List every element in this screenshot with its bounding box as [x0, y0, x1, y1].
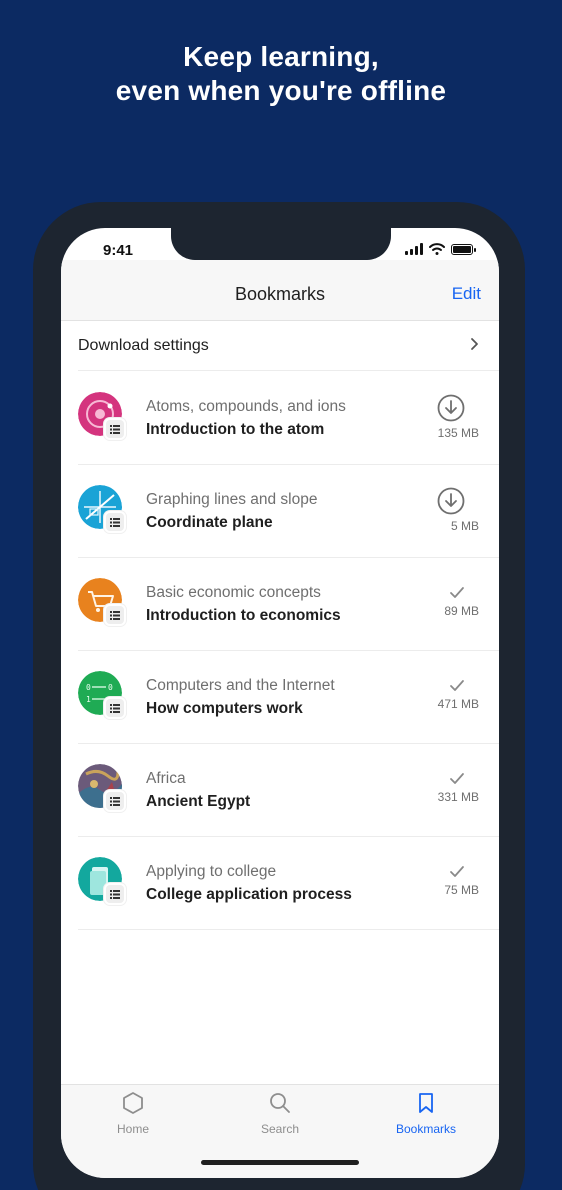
svg-text:1: 1	[86, 695, 91, 704]
list-icon	[104, 418, 126, 440]
course-title: How computers work	[146, 700, 303, 717]
download-size: 135 MB	[437, 426, 479, 440]
course-subtitle: Africa	[146, 770, 186, 787]
tab-home-label: Home	[116, 1122, 149, 1136]
headline: Keep learning, even when you're offline	[0, 40, 562, 108]
signal-icon	[405, 243, 423, 255]
course-title: Coordinate plane	[146, 514, 273, 531]
notch	[171, 228, 391, 260]
check-icon	[450, 587, 464, 598]
wifi-icon	[429, 243, 445, 255]
page-title: Bookmarks	[234, 284, 326, 304]
search-icon	[270, 1093, 290, 1113]
download-size: 5 MB	[450, 519, 479, 533]
hexagon-icon	[123, 1092, 143, 1114]
bookmark-item[interactable]: 0 0 1 Computers and the Internet How com…	[78, 651, 499, 744]
course-subtitle: Atoms, compounds, and ions	[146, 398, 346, 415]
course-title: Ancient Egypt	[146, 793, 251, 810]
course-title: Introduction to the atom	[146, 421, 325, 438]
bookmark-item[interactable]: Basic economic concepts Introduction to …	[78, 558, 499, 651]
download-size: 471 MB	[437, 697, 479, 711]
tab-bookmarks[interactable]: Bookmarks	[376, 1091, 476, 1136]
status-icons	[405, 243, 476, 255]
download-settings-row[interactable]: Download settings	[78, 321, 499, 371]
chevron-right-icon	[471, 338, 478, 350]
download-icon[interactable]	[437, 487, 465, 515]
list-icon	[104, 697, 126, 719]
course-subtitle: Graphing lines and slope	[146, 491, 318, 508]
download-size: 75 MB	[444, 883, 479, 897]
svg-text:0: 0	[86, 683, 91, 692]
bookmark-item[interactable]: Applying to college College application …	[78, 837, 499, 930]
course-title: College application process	[146, 886, 352, 903]
battery-icon	[451, 243, 476, 255]
headline-line-1: Keep learning,	[183, 41, 379, 72]
status-time: 9:41	[103, 242, 134, 259]
tab-search-label: Search	[260, 1122, 300, 1136]
list-icon	[104, 883, 126, 905]
edit-button[interactable]: Edit	[452, 284, 481, 304]
nav-bar: Bookmarks Edit	[61, 260, 499, 321]
tab-search[interactable]: Search	[230, 1091, 330, 1136]
home-indicator[interactable]	[201, 1160, 359, 1165]
course-title: Introduction to economics	[146, 607, 341, 624]
download-settings-label: Download settings	[78, 336, 209, 354]
bookmark-icon	[419, 1093, 433, 1113]
list-icon	[104, 790, 126, 812]
list-icon	[104, 604, 126, 626]
download-icon[interactable]	[437, 394, 465, 422]
bookmark-item[interactable]: Graphing lines and slope Coordinate plan…	[78, 465, 499, 558]
list-icon	[104, 511, 126, 533]
check-icon	[450, 866, 464, 877]
course-subtitle: Computers and the Internet	[146, 677, 335, 694]
svg-text:0: 0	[108, 683, 113, 692]
check-icon	[450, 773, 464, 784]
bookmark-item[interactable]: Atoms, compounds, and ions Introduction …	[78, 372, 499, 465]
download-size: 331 MB	[437, 790, 479, 804]
tab-bookmarks-label: Bookmarks	[395, 1122, 457, 1136]
bookmark-list: Atoms, compounds, and ions Introduction …	[78, 372, 499, 930]
check-icon	[450, 680, 464, 691]
course-subtitle: Applying to college	[146, 863, 277, 880]
phone-screen: 9:41 Bookmarks Edit Download settings At…	[61, 228, 499, 1178]
bookmark-item[interactable]: Africa Ancient Egypt 331 MB	[78, 744, 499, 837]
course-subtitle: Basic economic concepts	[146, 584, 321, 601]
headline-line-2: even when you're offline	[115, 75, 447, 106]
tab-home[interactable]: Home	[83, 1091, 183, 1136]
download-size: 89 MB	[444, 604, 479, 618]
